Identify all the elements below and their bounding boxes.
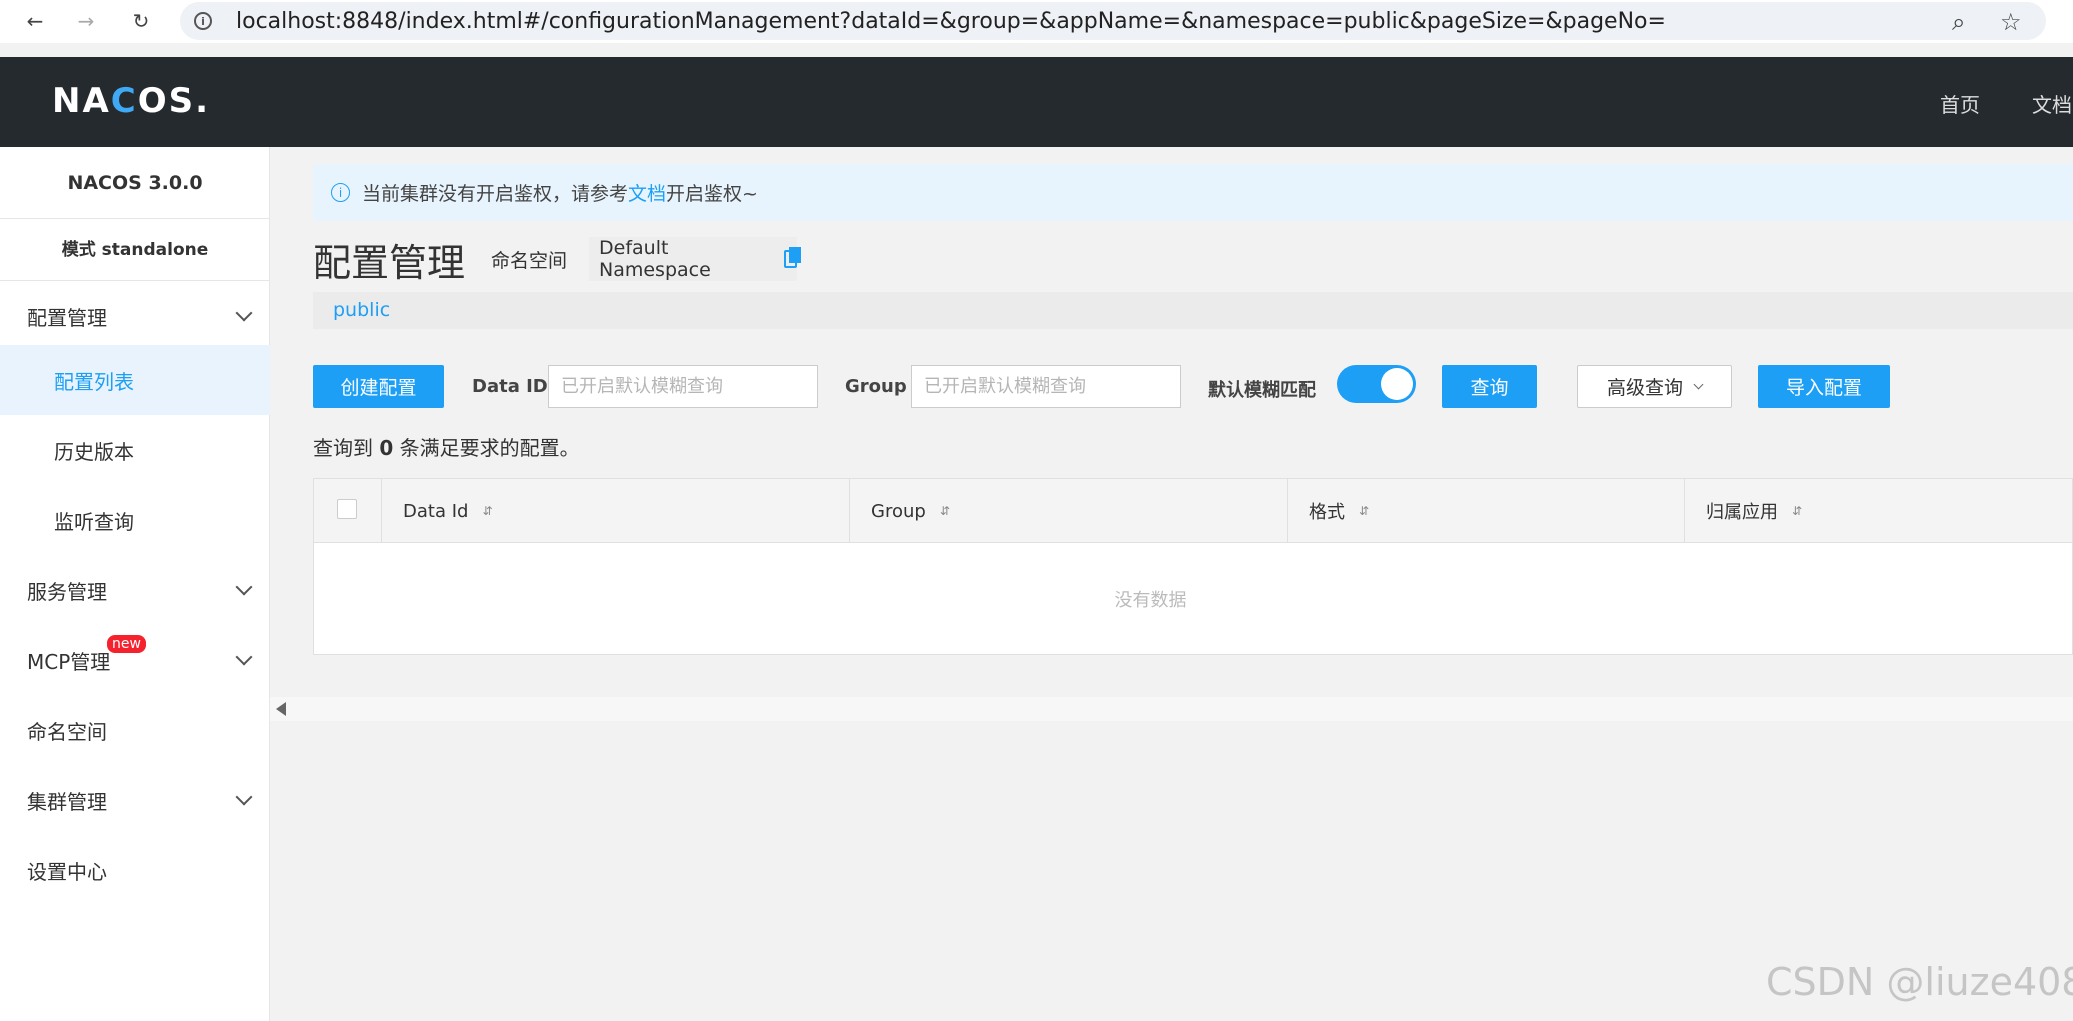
scroll-left-icon[interactable]	[276, 702, 286, 716]
table-header: Data Id ⇵ Group ⇵ 格式 ⇵ 归属应用 ⇵	[314, 479, 2072, 543]
query-button[interactable]: 查询	[1442, 365, 1537, 408]
sidebar-item-service-management[interactable]: 服务管理	[0, 555, 270, 625]
column-header-app[interactable]: 归属应用 ⇵	[1684, 479, 2073, 543]
reload-icon[interactable]: ↻	[126, 6, 156, 36]
advanced-query-button[interactable]: 高级查询	[1577, 365, 1732, 408]
page-title: 配置管理	[313, 241, 466, 285]
select-all-checkbox[interactable]	[337, 499, 357, 519]
auth-notice-text: 当前集群没有开启鉴权，请参考文档开启鉴权~	[362, 183, 758, 205]
browser-toolbar: ← → ↻ i localhost:8848/index.html#/confi…	[0, 0, 2073, 43]
zoom-icon[interactable]: ⌕	[1952, 8, 1965, 36]
chevron-down-icon	[235, 304, 253, 322]
sidebar-item-cluster-management[interactable]: 集群管理	[0, 765, 270, 835]
sort-icon[interactable]: ⇵	[1359, 504, 1369, 518]
fuzzy-match-toggle[interactable]	[1337, 365, 1416, 403]
chevron-down-icon	[235, 578, 253, 596]
config-table: Data Id ⇵ Group ⇵ 格式 ⇵ 归属应用 ⇵ 没有数据	[313, 478, 2073, 655]
group-input[interactable]	[911, 365, 1181, 408]
docs-link[interactable]: 文档	[628, 183, 666, 205]
chevron-down-icon	[1693, 379, 1704, 389]
group-label: Group	[845, 376, 907, 397]
bookmark-star-icon[interactable]: ☆	[2000, 8, 2022, 36]
sidebar-item-mcp-management[interactable]: MCP管理 new	[0, 625, 270, 695]
horizontal-scrollbar[interactable]	[270, 697, 2073, 721]
back-icon[interactable]: ←	[20, 6, 50, 36]
dataid-label: Data ID	[472, 376, 548, 397]
sidebar-item-listener-query[interactable]: 监听查询	[0, 485, 270, 555]
sort-icon[interactable]: ⇵	[482, 504, 492, 518]
sidebar: NACOS 3.0.0 模式 standalone 配置管理 配置列表 历史版本…	[0, 147, 270, 1021]
nacos-logo[interactable]: NACOS.	[52, 81, 210, 121]
sidebar-item-history[interactable]: 历史版本	[0, 415, 270, 485]
sort-icon[interactable]: ⇵	[1792, 504, 1802, 518]
copy-icon[interactable]	[783, 247, 802, 268]
namespace-tabs: public	[313, 292, 2073, 329]
column-header-dataid[interactable]: Data Id ⇵	[381, 479, 849, 543]
namespace-label: 命名空间	[491, 250, 568, 272]
import-config-button[interactable]: 导入配置	[1758, 365, 1890, 408]
chevron-down-icon	[235, 648, 253, 666]
url-text[interactable]: localhost:8848/index.html#/configuration…	[236, 9, 1666, 34]
version-label: NACOS 3.0.0	[0, 147, 270, 219]
dataid-input[interactable]	[548, 365, 818, 408]
info-icon: i	[331, 183, 350, 202]
site-info-icon[interactable]: i	[194, 12, 212, 30]
top-header: NACOS. 首页 文档	[0, 57, 2073, 147]
column-header-format[interactable]: 格式 ⇵	[1287, 479, 1684, 543]
forward-icon[interactable]: →	[71, 6, 101, 36]
new-badge: new	[107, 635, 146, 653]
toggle-knob	[1381, 368, 1413, 400]
create-config-button[interactable]: 创建配置	[313, 365, 444, 408]
sidebar-item-settings[interactable]: 设置中心	[0, 835, 270, 905]
fuzzy-match-label: 默认模糊匹配	[1208, 380, 1316, 401]
auth-notice-banner: i 当前集群没有开启鉴权，请参考文档开启鉴权~	[313, 164, 2073, 221]
sidebar-item-namespace[interactable]: 命名空间	[0, 695, 270, 765]
nav-link-home[interactable]: 首页	[1940, 89, 1980, 118]
sidebar-item-config-management[interactable]: 配置管理	[0, 281, 270, 351]
namespace-chip: Default Namespace	[589, 237, 802, 281]
result-count-text: 查询到 0 条满足要求的配置。	[313, 436, 580, 460]
chevron-down-icon	[235, 788, 253, 806]
nav-link-docs[interactable]: 文档	[2032, 89, 2072, 118]
mode-label: 模式 standalone	[0, 219, 270, 281]
namespace-tab-public[interactable]: public	[333, 299, 390, 321]
empty-state-text: 没有数据	[1114, 590, 1187, 611]
sidebar-item-config-list[interactable]: 配置列表	[0, 345, 270, 415]
column-header-group[interactable]: Group ⇵	[849, 479, 1287, 543]
watermark: CSDN @liuze408	[1766, 960, 2073, 1004]
sort-icon[interactable]: ⇵	[940, 504, 950, 518]
address-bar[interactable]: i localhost:8848/index.html#/configurati…	[180, 2, 2046, 40]
